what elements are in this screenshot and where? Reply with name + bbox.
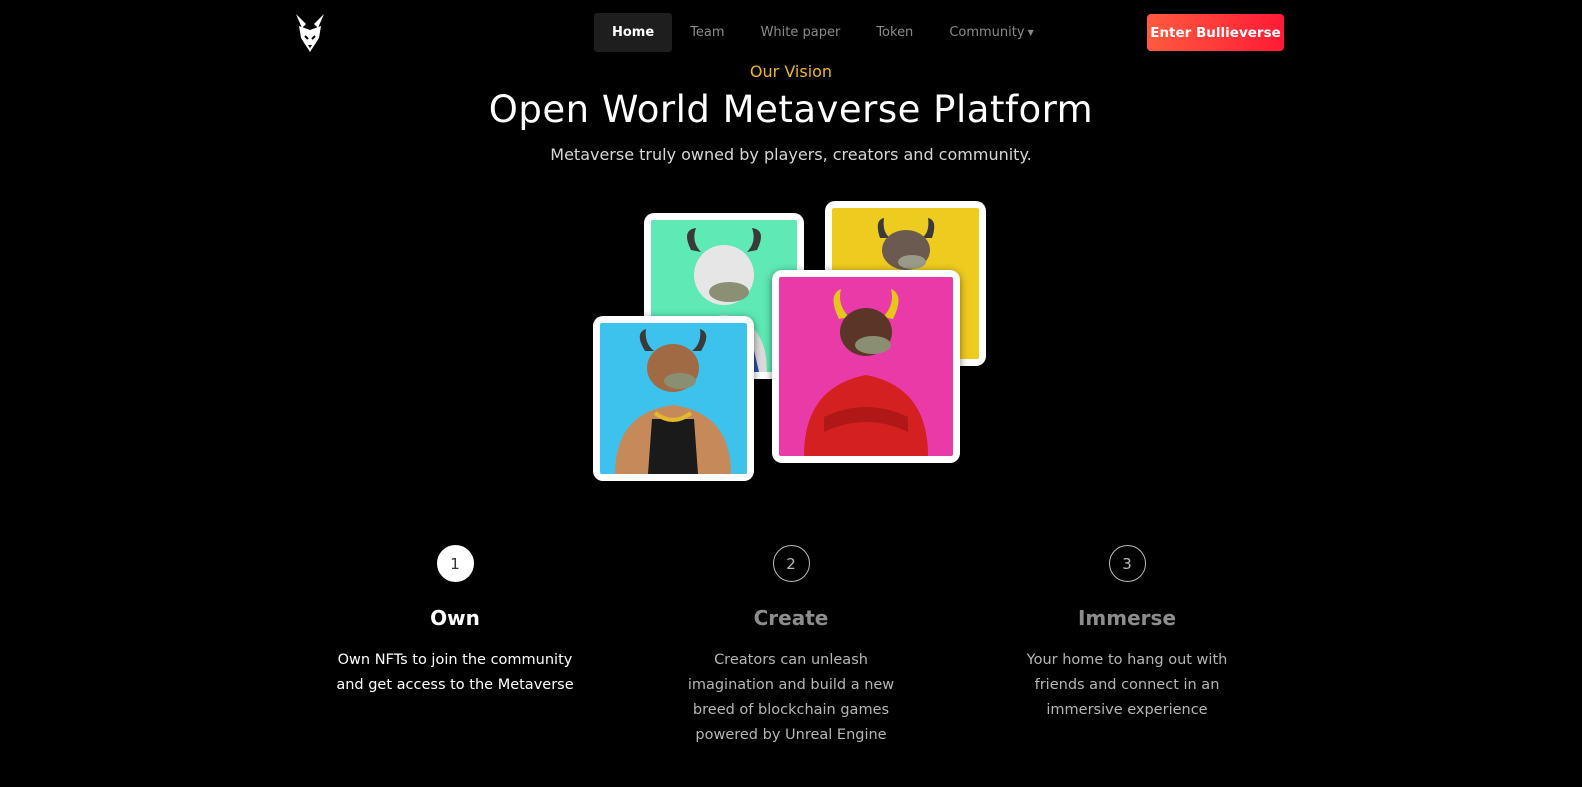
bull-head-icon[interactable] xyxy=(293,12,327,54)
page-title: Open World Metaverse Platform xyxy=(488,88,1094,131)
step-title: Immerse xyxy=(1077,606,1177,630)
page-subtitle: Metaverse truly owned by players, creato… xyxy=(550,145,1032,164)
main-nav: Home Team White paper Token Community ▼ xyxy=(594,13,1052,52)
step-title: Own xyxy=(430,606,480,630)
nav-white-paper[interactable]: White paper xyxy=(743,13,859,52)
nav-team[interactable]: Team xyxy=(672,13,742,52)
caret-down-icon: ▼ xyxy=(1027,28,1034,37)
nav-home-label: Home xyxy=(612,25,655,40)
nav-home[interactable]: Home xyxy=(594,13,673,52)
step-number-badge[interactable]: 1 xyxy=(436,545,474,582)
bull-card-magenta xyxy=(772,270,960,463)
step-title: Create xyxy=(753,606,829,630)
step-description: Your home to hang out with friends and c… xyxy=(1026,652,1228,718)
bull-avatar-image xyxy=(779,277,953,456)
nav-team-label: Team xyxy=(690,25,725,40)
bull-avatar-image xyxy=(600,323,747,474)
nav-token-label: Token xyxy=(876,25,914,40)
section-eyebrow: Our Vision xyxy=(749,62,833,81)
nav-community-dropdown[interactable]: Community ▼ xyxy=(931,13,1051,52)
nav-token[interactable]: Token xyxy=(858,13,931,52)
step-number-badge[interactable]: 3 xyxy=(1108,545,1146,582)
bull-card-cyan xyxy=(593,316,754,481)
step-description: Own NFTs to join the community and get a… xyxy=(336,652,574,693)
nav-community-label: Community xyxy=(949,25,1025,40)
nav-white-paper-label: White paper xyxy=(760,25,841,40)
step-immerse[interactable]: 3 Immerse Your home to hang out with fri… xyxy=(967,545,1287,723)
step-create[interactable]: 2 Create Creators can unleash imaginatio… xyxy=(631,545,951,748)
step-own[interactable]: 1 Own Own NFTs to join the community and… xyxy=(295,545,615,698)
step-description: Creators can unleash imagination and bui… xyxy=(687,652,895,743)
enter-bullieverse-button[interactable]: Enter Bullieverse xyxy=(1147,14,1284,51)
step-number-badge[interactable]: 2 xyxy=(772,545,810,582)
